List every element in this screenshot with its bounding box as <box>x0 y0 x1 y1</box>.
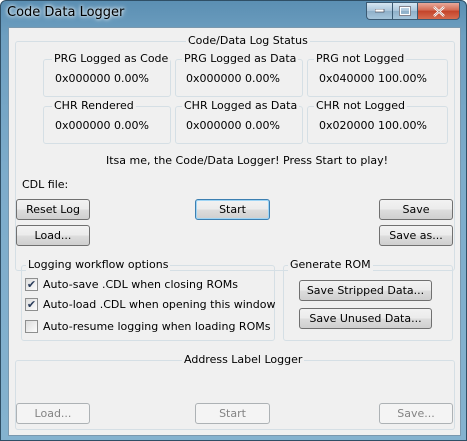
auto-load-label[interactable]: Auto-load .CDL when opening this window <box>43 298 275 311</box>
chr-logged-data-box: CHR Logged as Data 0x000000 0.00% <box>175 99 303 144</box>
chr-rendered-value: 0x000000 0.00% <box>55 119 149 132</box>
maximize-icon <box>399 6 411 16</box>
prg-not-logged-value: 0x040000 100.00% <box>319 72 427 85</box>
address-label-logger-label: Address Label Logger <box>182 353 305 366</box>
maximize-button[interactable] <box>392 2 417 20</box>
workflow-options-label: Logging workflow options <box>26 258 171 271</box>
chr-not-logged-box: CHR not Logged 0x020000 100.00% <box>307 99 448 144</box>
save-button[interactable]: Save <box>379 199 453 220</box>
save-unused-data-button[interactable]: Save Unused Data... <box>299 308 432 329</box>
prg-not-logged-box: PRG not Logged 0x040000 100.00% <box>307 52 448 97</box>
chr-logged-data-value: 0x000000 0.00% <box>186 119 280 132</box>
address-load-button[interactable]: Load... <box>16 403 90 424</box>
reset-log-button[interactable]: Reset Log <box>16 199 90 220</box>
auto-save-checkbox[interactable]: ✔ <box>25 278 38 291</box>
chr-not-logged-label: CHR not Logged <box>314 99 407 112</box>
prg-logged-data-label: PRG Logged as Data <box>182 52 299 65</box>
auto-load-checkbox[interactable]: ✔ <box>25 298 38 311</box>
minimize-icon <box>374 9 384 13</box>
auto-resume-checkbox[interactable] <box>25 320 38 333</box>
status-message: Itsa me, the Code/Data Logger! Press Sta… <box>106 154 389 167</box>
prg-logged-code-label: PRG Logged as Code <box>52 52 171 65</box>
auto-resume-label[interactable]: Auto-resume logging when loading ROMs <box>43 320 270 333</box>
title-bar[interactable]: Code Data Logger <box>1 1 466 25</box>
chr-logged-data-label: CHR Logged as Data <box>182 99 300 112</box>
prg-not-logged-label: PRG not Logged <box>314 52 407 65</box>
auto-save-label[interactable]: Auto-save .CDL when closing ROMs <box>43 278 238 291</box>
checkmark-icon: ✔ <box>26 298 37 311</box>
chr-rendered-label: CHR Rendered <box>52 99 136 112</box>
minimize-button[interactable] <box>366 2 392 20</box>
generate-rom-group: Generate ROM <box>283 258 453 341</box>
save-stripped-data-button[interactable]: Save Stripped Data... <box>299 280 432 301</box>
load-button[interactable]: Load... <box>16 225 90 246</box>
address-start-button[interactable]: Start <box>195 403 270 424</box>
close-button[interactable] <box>417 2 460 20</box>
generate-rom-label: Generate ROM <box>288 258 373 271</box>
prg-logged-code-value: 0x000000 0.00% <box>55 72 149 85</box>
log-status-group-label: Code/Data Log Status <box>186 34 310 47</box>
save-as-button[interactable]: Save as... <box>379 225 453 246</box>
code-data-logger-window: Code Data Logger Code/Data Log Status PR… <box>0 0 467 441</box>
start-button[interactable]: Start <box>195 199 270 220</box>
prg-logged-data-value: 0x000000 0.00% <box>186 72 280 85</box>
close-icon <box>432 5 445 17</box>
client-area: Code/Data Log Status PRG Logged as Code … <box>8 27 461 436</box>
address-save-button[interactable]: Save... <box>379 403 453 424</box>
prg-logged-data-box: PRG Logged as Data 0x000000 0.00% <box>175 52 303 97</box>
cdl-file-label: CDL file: <box>22 178 69 191</box>
chr-rendered-box: CHR Rendered 0x000000 0.00% <box>43 99 171 144</box>
caption-buttons <box>366 2 460 20</box>
chr-not-logged-value: 0x020000 100.00% <box>319 119 427 132</box>
window-title: Code Data Logger <box>7 5 125 20</box>
checkmark-icon: ✔ <box>26 278 37 291</box>
prg-logged-code-box: PRG Logged as Code 0x000000 0.00% <box>43 52 171 97</box>
